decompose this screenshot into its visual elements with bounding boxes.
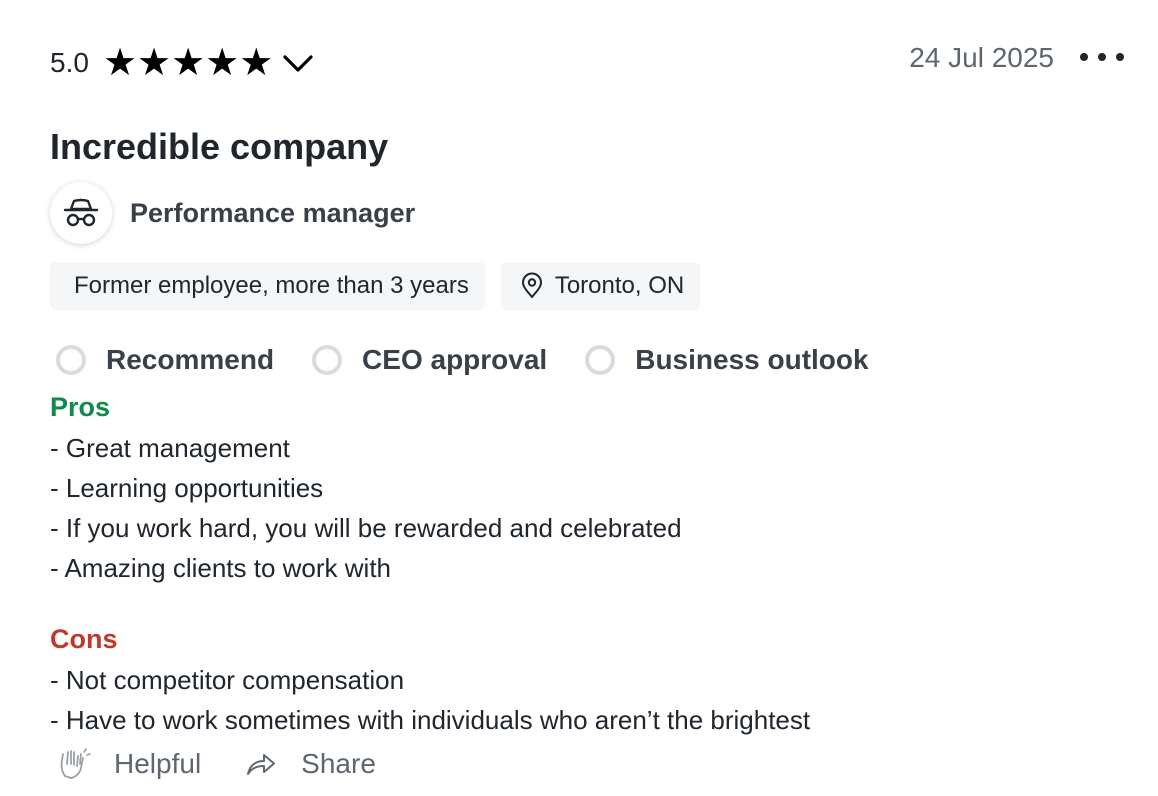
clapping-hands-icon [54,744,94,784]
dot [1098,53,1106,61]
recommend-label: Recommend [106,344,275,375]
share-label: Share [301,748,376,779]
rating-value: 5.0 [50,47,89,78]
pros-item: - Learning opportunities [50,473,324,503]
review-card: 5.0 ★ ★ ★ ★ ★ 24 Jul 2025 Incredible com… [0,0,1158,796]
share-arrow-icon [241,744,281,784]
neutral-circle-icon [312,345,343,375]
helpful-button[interactable]: Helpful [54,744,201,784]
reviewer-role-row: Performance manager [50,182,415,244]
dot [1080,53,1088,61]
star-icon: ★ [205,42,240,84]
star-icon: ★ [239,42,274,84]
helpful-label: Helpful [114,748,202,779]
employment-status-chip: Former employee, more than 3 years [50,262,485,310]
pros-item: - Great management [50,433,290,463]
map-pin-icon [519,272,545,300]
review-date: 24 Jul 2025 [909,42,1054,73]
chevron-down-icon[interactable] [281,48,315,78]
recommend-indicator: Recommend [56,344,274,376]
employment-status: Former employee, more than 3 years [74,272,469,299]
location-text: Toronto, ON [554,272,685,299]
neutral-circle-icon [56,345,86,375]
star-icon: ★ [171,42,206,84]
approval-indicators: Recommend CEO approval Business outlook [56,344,907,376]
ceo-approval-label: CEO approval [362,344,548,375]
reviewer-role: Performance manager [130,197,416,228]
incognito-icon [50,182,112,244]
location-chip: Toronto, ON [500,262,701,310]
pros-item: - Amazing clients to work with [50,553,392,583]
neutral-circle-icon [585,345,616,375]
cons-item: - Have to work sometimes with individual… [50,705,811,735]
pros-item: - If you work hard, you will be rewarded… [50,513,682,543]
star-icon: ★ [137,42,172,84]
rating-row: 5.0 ★ ★ ★ ★ ★ [50,40,315,86]
share-button[interactable]: Share [241,744,376,784]
review-actions: Helpful Share [54,744,416,784]
star-rating: ★ ★ ★ ★ ★ [103,44,273,82]
pros-list: - Great management - Learning opportunit… [50,428,682,588]
cons-item: - Not competitor compensation [50,665,405,695]
business-outlook-label: Business outlook [635,344,869,375]
cons-list: - Not competitor compensation - Have to … [50,660,810,740]
dot [1116,53,1124,61]
review-title: Incredible company [50,126,389,167]
ceo-approval-indicator: CEO approval [312,344,547,376]
pros-heading: Pros [50,392,111,422]
business-outlook-indicator: Business outlook [585,344,869,376]
cons-heading: Cons [50,624,118,654]
review-tags: Former employee, more than 3 years Toron… [50,262,701,310]
star-icon: ★ [102,42,138,84]
more-horizontal-icon[interactable] [1080,42,1124,72]
